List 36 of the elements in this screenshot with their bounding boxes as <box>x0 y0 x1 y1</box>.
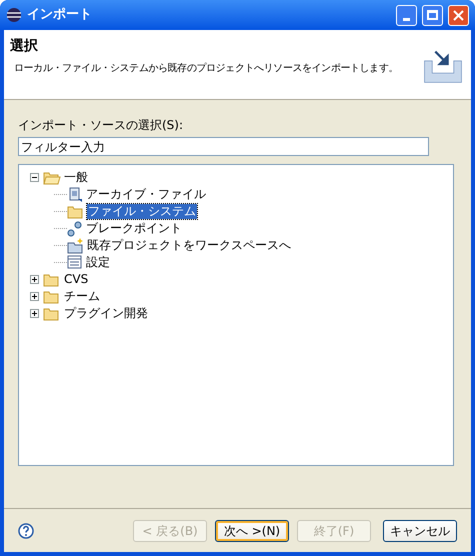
tree-item[interactable]: 一般 <box>63 170 89 185</box>
folder-icon <box>67 204 85 218</box>
archive-icon <box>67 186 83 202</box>
close-button[interactable] <box>448 4 469 26</box>
dialog-button[interactable]: 次へ >(N) <box>215 520 289 542</box>
expand-toggle[interactable] <box>30 292 39 301</box>
folder-icon <box>43 272 61 286</box>
source-label: インポート・ソースの選択(S): <box>18 117 184 134</box>
window-title: インポート <box>27 6 93 24</box>
minimize-button[interactable] <box>396 4 417 26</box>
dialog-button[interactable]: キャンセル <box>383 520 457 542</box>
page-description: ローカル・ファイル・システムから既存のプロジェクトへリソースをインポートします。 <box>13 62 400 76</box>
help-icon[interactable] <box>18 522 34 538</box>
list-icon <box>67 255 83 270</box>
page-title: 選択 <box>10 37 39 56</box>
filter-field[interactable]: フィルター入力 <box>18 137 429 156</box>
tree-item[interactable]: ブレークポイント <box>85 221 183 236</box>
tree-item[interactable]: 既存プロジェクトをワークスペースへ <box>86 238 292 253</box>
tree-item[interactable]: チーム <box>63 289 101 304</box>
collapse-toggle[interactable] <box>30 173 39 182</box>
maximize-button[interactable] <box>422 4 443 26</box>
folder-icon <box>43 306 61 320</box>
tree-item[interactable]: プラグイン開発 <box>63 306 149 321</box>
close-icon <box>453 10 464 20</box>
tree-item[interactable]: CVS <box>63 272 90 287</box>
project-folder-icon <box>67 238 84 254</box>
breakpoint-icon <box>67 220 83 236</box>
expand-toggle[interactable] <box>30 309 39 318</box>
folder-icon <box>43 170 61 184</box>
eclipse-icon <box>6 7 22 23</box>
tree-item[interactable]: アーカイブ・ファイル <box>85 187 207 202</box>
folder-icon <box>43 290 61 304</box>
expand-toggle[interactable] <box>30 275 39 284</box>
tree-item[interactable]: 設定 <box>85 255 111 270</box>
tree-item[interactable]: ファイル・システム <box>87 204 197 219</box>
import-icon <box>423 50 463 84</box>
